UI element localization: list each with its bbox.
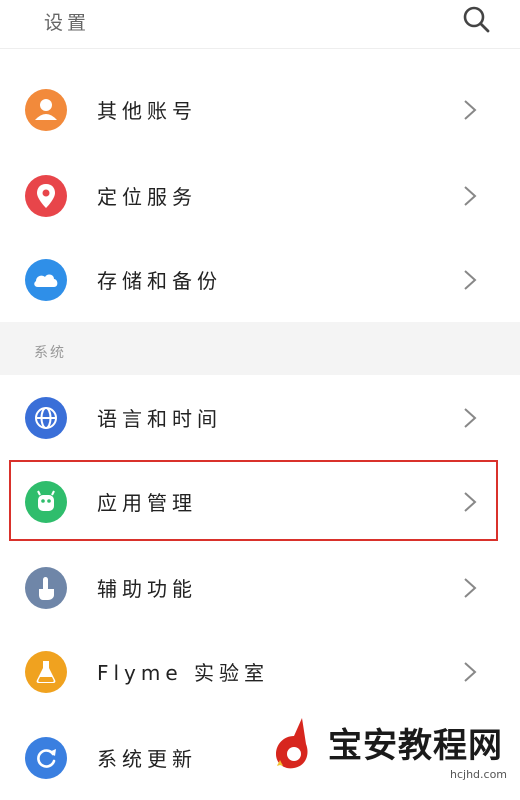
- settings-item-label: 系统更新: [97, 747, 197, 771]
- section-header-system: 系统: [0, 322, 520, 375]
- highlight-box: [9, 460, 498, 541]
- watermark-url: hcjhd.com: [450, 768, 508, 781]
- person-icon: [25, 89, 67, 131]
- settings-item-flyme-lab[interactable]: Flyme 实验室: [0, 630, 520, 714]
- globe-icon: [25, 397, 67, 439]
- section-title: 系统: [34, 345, 66, 361]
- settings-item-location-services[interactable]: 定位服务: [0, 154, 520, 238]
- settings-item-label: 存储和备份: [97, 269, 222, 293]
- settings-item-language-time[interactable]: 语言和时间: [0, 376, 520, 460]
- refresh-icon: [25, 737, 67, 779]
- hand-pointer-icon: [25, 567, 67, 609]
- settings-item-label: Flyme 实验室: [97, 661, 270, 685]
- settings-item-label: 其他账号: [97, 99, 197, 123]
- settings-item-storage-backup[interactable]: 存储和备份: [0, 238, 520, 322]
- page-title: 设置: [44, 12, 91, 34]
- location-pin-icon: [25, 175, 67, 217]
- settings-item-label: 辅助功能: [97, 577, 197, 601]
- brand-logo-icon: [276, 718, 308, 769]
- search-icon[interactable]: [461, 4, 491, 34]
- watermark: 宝安教程网 hcjhd.com: [272, 712, 520, 784]
- chevron-right-icon: [464, 578, 477, 598]
- settings-item-other-accounts[interactable]: 其他账号: [0, 68, 520, 152]
- settings-item-label: 语言和时间: [97, 407, 222, 431]
- chevron-right-icon: [464, 662, 477, 682]
- chevron-right-icon: [464, 186, 477, 206]
- chevron-right-icon: [464, 270, 477, 290]
- top-bar: 设置: [0, 0, 520, 49]
- chevron-right-icon: [464, 100, 477, 120]
- settings-item-accessibility[interactable]: 辅助功能: [0, 546, 520, 630]
- chevron-right-icon: [464, 408, 477, 428]
- cloud-icon: [25, 259, 67, 301]
- flask-icon: [25, 651, 67, 693]
- watermark-text: 宝安教程网: [328, 726, 503, 766]
- settings-item-label: 定位服务: [97, 185, 197, 209]
